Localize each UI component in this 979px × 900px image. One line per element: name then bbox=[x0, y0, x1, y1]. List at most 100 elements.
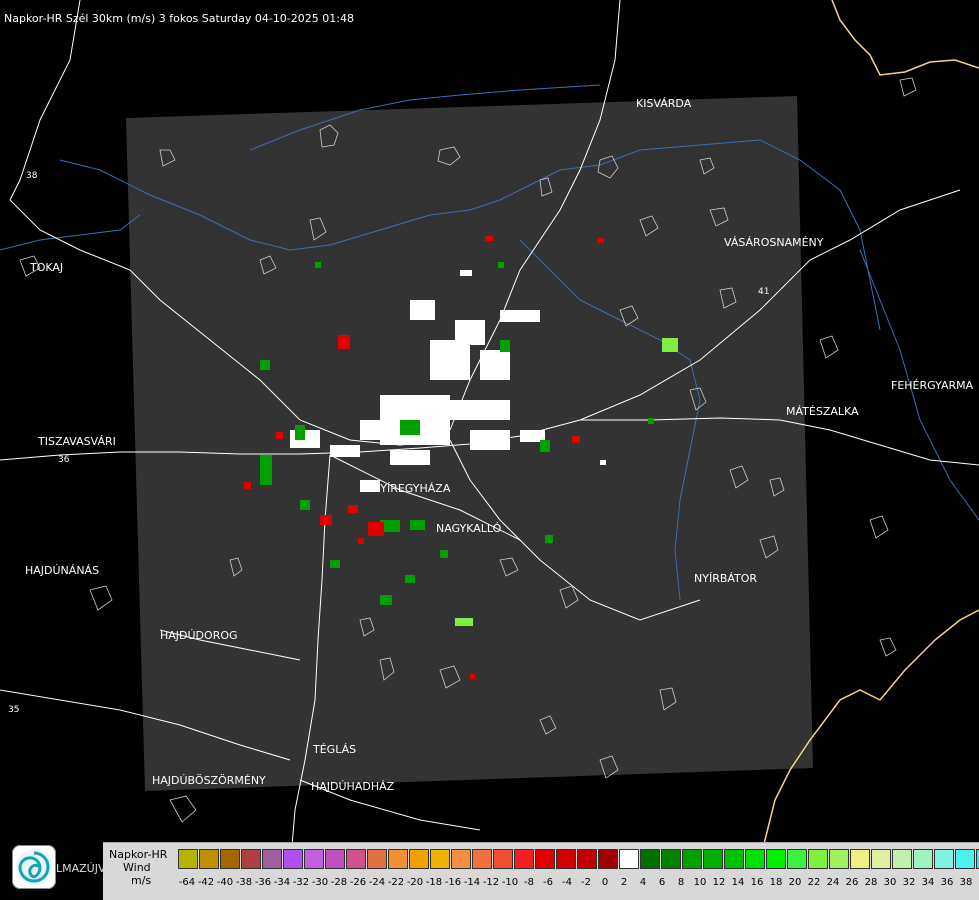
legend-tick-label: -28 bbox=[330, 877, 348, 888]
legend-swatch bbox=[724, 849, 744, 869]
legend-tick-label: -30 bbox=[311, 877, 329, 888]
swirl-icon bbox=[16, 849, 52, 885]
app-logo bbox=[12, 845, 56, 889]
legend-tick-label: 10 bbox=[693, 877, 707, 888]
city-label: HAJDÚNÁNÁS bbox=[25, 564, 100, 577]
legend-swatch bbox=[913, 849, 933, 869]
legend-tick-label: -26 bbox=[349, 877, 367, 888]
legend-tick-label: 22 bbox=[807, 877, 821, 888]
legend-tick-label: 8 bbox=[677, 877, 685, 888]
legend-swatch bbox=[787, 849, 807, 869]
legend-swatch bbox=[598, 849, 618, 869]
legend-tick-label: 4 bbox=[639, 877, 647, 888]
legend-swatch bbox=[682, 849, 702, 869]
legend-tick-label: 0 bbox=[601, 877, 609, 888]
legend-swatch bbox=[325, 849, 345, 869]
road-label: 41 bbox=[758, 287, 769, 297]
legend-tick-label: -10 bbox=[501, 877, 519, 888]
legend-tick-label: -12 bbox=[482, 877, 500, 888]
legend-swatch bbox=[430, 849, 450, 869]
legend-swatch bbox=[955, 849, 975, 869]
map-title: Napkor-HR Szél 30km (m/s) 3 fokos Saturd… bbox=[4, 12, 354, 25]
legend-tick-label: 24 bbox=[826, 877, 840, 888]
legend-swatch bbox=[829, 849, 849, 869]
legend-tick-label: -22 bbox=[387, 877, 405, 888]
legend-swatch bbox=[850, 849, 870, 869]
legend-tick-label: 12 bbox=[712, 877, 726, 888]
city-label: VÁSÁROSNAMÉNY bbox=[724, 236, 824, 249]
city-label: NAGYKALLÓ bbox=[436, 522, 502, 535]
legend-tick-label: -16 bbox=[444, 877, 462, 888]
city-label: TOKAJ bbox=[30, 261, 64, 274]
city-label: MÁTÉSZALKA bbox=[786, 405, 859, 418]
road-label: 38 bbox=[26, 171, 38, 181]
legend-tick-label: 38 bbox=[959, 877, 973, 888]
city-label: HAJDÚBÖSZÖRMÉNY bbox=[152, 774, 266, 787]
legend-swatch bbox=[640, 849, 660, 869]
legend-swatch bbox=[892, 849, 912, 869]
legend-swatch bbox=[619, 849, 639, 869]
legend-tick-label: 2 bbox=[620, 877, 628, 888]
city-label: HAJDÚHADHÁZ bbox=[311, 780, 395, 793]
legend-swatch bbox=[745, 849, 765, 869]
legend-swatch bbox=[262, 849, 282, 869]
legend-swatch bbox=[577, 849, 597, 869]
legend-ticks: -64 -42 -40 -38 -36 -34 -32 -30 -28 -26 -24 -22 -20-… bbox=[178, 877, 979, 891]
city-label: FEHÉRGYARMA bbox=[891, 379, 974, 392]
road-label: 36 bbox=[58, 455, 70, 465]
legend-swatch bbox=[346, 849, 366, 869]
city-label: NYÍREGYHÁZA bbox=[372, 482, 451, 495]
legend-tick-label: 28 bbox=[864, 877, 878, 888]
legend-swatches bbox=[178, 849, 979, 869]
legend-tick-label: 20 bbox=[788, 877, 802, 888]
legend-tick-label: -4 bbox=[562, 877, 572, 888]
city-label: NYÍRBÁTOR bbox=[694, 572, 758, 585]
legend-tick-label: -40 bbox=[216, 877, 234, 888]
legend-tick-label: -36 bbox=[254, 877, 272, 888]
legend-tick-label: -34 bbox=[273, 877, 291, 888]
legend-swatch bbox=[766, 849, 786, 869]
legend-tick-label: 34 bbox=[921, 877, 935, 888]
legend-tick-label: -6 bbox=[543, 877, 553, 888]
legend-tick-label: -64 bbox=[178, 877, 196, 888]
legend-title-line: Wind bbox=[123, 861, 151, 874]
legend-tick-label: -32 bbox=[292, 877, 310, 888]
legend-swatch bbox=[220, 849, 240, 869]
legend-swatch bbox=[367, 849, 387, 869]
road-label: 35 bbox=[8, 705, 19, 715]
legend-tick-label: 16 bbox=[750, 877, 764, 888]
city-label: TISZAVASVÁRI bbox=[38, 435, 116, 448]
legend-tick-label: 32 bbox=[902, 877, 916, 888]
legend-swatch bbox=[535, 849, 555, 869]
legend-tick-label: -18 bbox=[425, 877, 443, 888]
city-label: TÉGLÁS bbox=[313, 743, 357, 756]
map-canvas[interactable]: 38 41 36 35 bbox=[0, 0, 979, 900]
legend-tick-label: -42 bbox=[197, 877, 215, 888]
legend-swatch bbox=[451, 849, 471, 869]
city-label: HAJDÚDOROG bbox=[160, 629, 238, 642]
legend-tick-label: 36 bbox=[940, 877, 954, 888]
legend-swatch bbox=[556, 849, 576, 869]
legend-tick-label: -14 bbox=[463, 877, 481, 888]
legend-swatch bbox=[178, 849, 198, 869]
legend-swatch bbox=[472, 849, 492, 869]
legend-swatch bbox=[934, 849, 954, 869]
legend-tick-label: -8 bbox=[524, 877, 534, 888]
legend-title: Napkor-HR Wind m/s bbox=[109, 848, 167, 887]
legend-tick-label: -24 bbox=[368, 877, 386, 888]
legend-swatch bbox=[241, 849, 261, 869]
legend-tick-label: 18 bbox=[769, 877, 783, 888]
map-viewer: { "title": "Napkor-HR Szél 30km (m/s) 3 … bbox=[0, 0, 979, 900]
legend-swatch bbox=[388, 849, 408, 869]
legend-tick-label: -20 bbox=[406, 877, 424, 888]
city-label: KISVÁRDA bbox=[636, 97, 692, 110]
legend-tick-label: 30 bbox=[883, 877, 897, 888]
legend-panel: Napkor-HR Wind m/s -64 -42 -40 -38 -36 -34 -32… bbox=[103, 842, 979, 900]
legend-swatch bbox=[514, 849, 534, 869]
legend-title-line: Napkor-HR bbox=[109, 848, 168, 861]
legend-swatch bbox=[493, 849, 513, 869]
legend-swatch bbox=[703, 849, 723, 869]
radar-coverage-area bbox=[126, 96, 813, 791]
legend-tick-label: 26 bbox=[845, 877, 859, 888]
legend-tick-label: 14 bbox=[731, 877, 745, 888]
